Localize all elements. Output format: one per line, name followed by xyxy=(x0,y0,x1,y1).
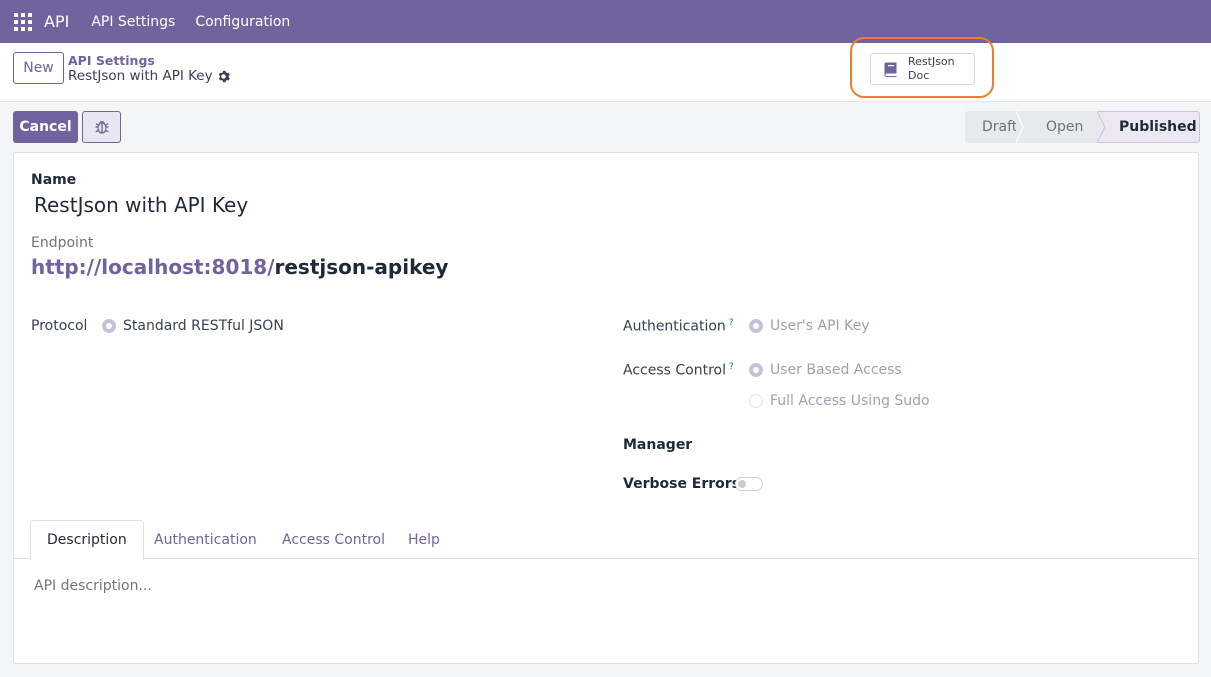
stage-open[interactable]: Open xyxy=(1023,111,1097,143)
authentication-label: Authentication? xyxy=(623,318,734,335)
breadcrumb-current-label: RestJson with API Key xyxy=(68,68,213,84)
access-control-help-icon[interactable]: ? xyxy=(729,362,734,372)
endpoint-base: http://localhost:8018/ xyxy=(31,255,275,279)
menu-configuration[interactable]: Configuration xyxy=(195,14,290,30)
breadcrumb-parent[interactable]: API Settings xyxy=(68,53,155,68)
stage-draft-label: Draft xyxy=(982,119,1018,135)
authentication-radio[interactable] xyxy=(749,319,763,333)
manager-label: Manager xyxy=(623,437,693,453)
access-control-option-sudo: Full Access Using Sudo xyxy=(770,393,930,409)
protocol-radio[interactable] xyxy=(102,319,116,333)
access-control-radio-sudo[interactable] xyxy=(749,394,763,408)
new-button[interactable]: New xyxy=(13,52,64,84)
authentication-label-text: Authentication xyxy=(623,318,726,335)
tab-description[interactable]: Description xyxy=(30,520,144,560)
description-field[interactable] xyxy=(34,578,1174,594)
protocol-label: Protocol xyxy=(31,318,88,334)
menu-api-settings[interactable]: API Settings xyxy=(91,14,175,30)
endpoint-path: restjson-apikey xyxy=(274,255,449,279)
tab-authentication[interactable]: Authentication xyxy=(154,520,257,559)
top-navbar: API API Settings Configuration xyxy=(0,0,1211,43)
form-sheet: Name RestJson with API Key Endpoint http… xyxy=(13,152,1199,664)
doc-button-line1: RestJson xyxy=(908,55,955,68)
app-brand[interactable]: API xyxy=(44,12,69,31)
notebook-tabs: Description Authentication Access Contro… xyxy=(14,520,1198,560)
name-field[interactable]: RestJson with API Key xyxy=(34,193,248,217)
restjson-doc-button[interactable]: RestJson Doc xyxy=(870,53,975,85)
protocol-option-label: Standard RESTful JSON xyxy=(123,318,284,334)
doc-button-line2: Doc xyxy=(908,69,930,82)
endpoint-value[interactable]: http://localhost:8018/restjson-apikey xyxy=(31,255,448,279)
bug-icon xyxy=(94,121,109,134)
authentication-help-icon[interactable]: ? xyxy=(729,318,734,328)
access-control-radio-user[interactable] xyxy=(749,363,763,377)
verbose-errors-toggle[interactable] xyxy=(735,477,763,491)
apps-grid-icon[interactable] xyxy=(14,12,32,31)
verbose-errors-label: Verbose Errors xyxy=(623,476,741,492)
access-control-option-user: User Based Access xyxy=(770,362,902,378)
control-panel: New API Settings RestJson with API Key R… xyxy=(0,37,1211,102)
tab-access-control[interactable]: Access Control xyxy=(282,520,385,559)
name-label: Name xyxy=(31,172,77,188)
gear-icon[interactable] xyxy=(217,70,230,83)
cancel-button[interactable]: Cancel xyxy=(13,111,78,143)
debug-button[interactable] xyxy=(82,111,121,143)
stage-separator xyxy=(1097,111,1106,143)
stage-separator xyxy=(1016,111,1024,143)
access-control-label: Access Control? xyxy=(623,362,734,379)
access-control-label-text: Access Control xyxy=(623,362,726,379)
doc-button-label: RestJson Doc xyxy=(908,55,955,83)
breadcrumb-current: RestJson with API Key xyxy=(68,68,230,84)
endpoint-label: Endpoint xyxy=(31,235,94,251)
status-bar: Draft Open Published xyxy=(965,111,1200,143)
authentication-option-label: User's API Key xyxy=(770,318,870,334)
book-icon xyxy=(884,62,897,78)
stage-draft[interactable]: Draft xyxy=(965,111,1024,143)
tab-help[interactable]: Help xyxy=(408,520,440,559)
stage-published[interactable]: Published xyxy=(1097,111,1200,143)
stage-published-label: Published xyxy=(1119,119,1197,135)
stage-open-label: Open xyxy=(1046,119,1084,135)
